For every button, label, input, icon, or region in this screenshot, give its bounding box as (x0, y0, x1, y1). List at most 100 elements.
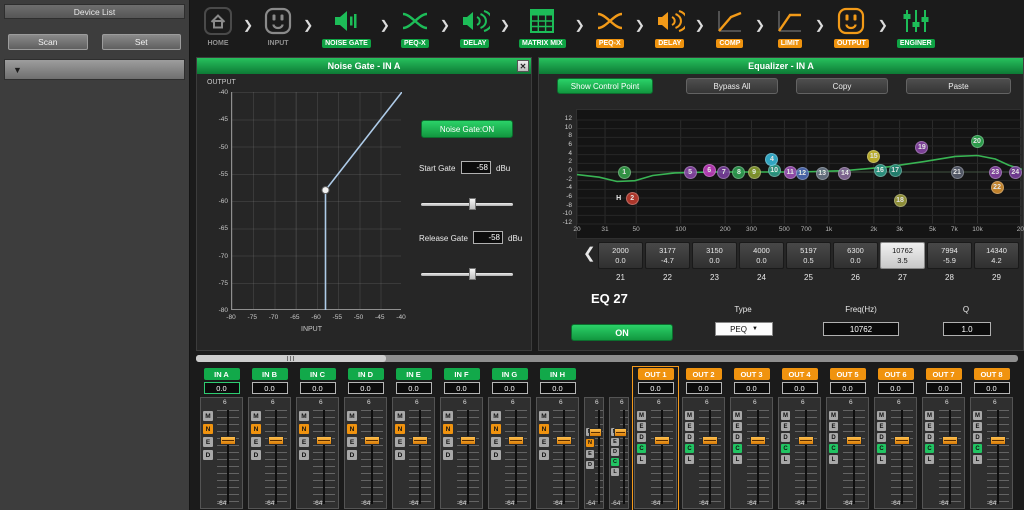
channel-button-e[interactable]: E (637, 422, 646, 431)
channel-button-d[interactable]: D (611, 448, 619, 456)
copy-button[interactable]: Copy (796, 78, 888, 94)
channel-button-m[interactable]: M (539, 411, 549, 421)
channel-button-d[interactable]: D (877, 433, 886, 442)
channel-button-c[interactable]: C (733, 444, 742, 453)
channel-button-l[interactable]: L (925, 455, 934, 464)
fader-handle[interactable] (460, 436, 476, 445)
channel-gain-value[interactable]: 0.0 (926, 382, 962, 394)
channel-button-m[interactable]: M (925, 411, 934, 420)
start-gate-value[interactable]: -58 (461, 161, 491, 174)
eq-control-point-1[interactable]: 1 (618, 166, 631, 179)
fader-handle[interactable] (412, 436, 428, 445)
eq-control-point-18[interactable]: 18 (894, 194, 907, 207)
channel-gain-value[interactable]: 0.0 (734, 382, 770, 394)
fader-handle[interactable] (942, 436, 958, 445)
fader-handle[interactable] (990, 436, 1006, 445)
channel-button-l[interactable]: L (973, 455, 982, 464)
eq-control-point-16[interactable]: 16 (874, 164, 887, 177)
channel-button-d[interactable]: D (733, 433, 742, 442)
channel-button-e[interactable]: E (251, 437, 261, 447)
eq-control-point-23[interactable]: 23 (989, 166, 1002, 179)
channel-button-d[interactable]: D (299, 450, 309, 460)
channel-button-e[interactable]: E (491, 437, 501, 447)
channel-label[interactable]: IN A (204, 368, 240, 380)
channel-button-n[interactable]: N (586, 439, 594, 447)
channel-button-m[interactable]: M (637, 411, 646, 420)
scrollbar-thumb[interactable] (196, 355, 386, 362)
channel-button-m[interactable]: M (733, 411, 742, 420)
bypass-all-button[interactable]: Bypass All (686, 78, 778, 94)
eq-control-point-17[interactable]: 17 (889, 164, 902, 177)
channel-button-d[interactable]: D (781, 433, 790, 442)
channel-gain-value[interactable]: 0.0 (830, 382, 866, 394)
horizontal-scrollbar[interactable] (196, 355, 1018, 362)
start-gate-slider[interactable] (421, 198, 513, 210)
toolbar-item-delay[interactable]: DELAY (654, 5, 686, 48)
channel-button-d[interactable]: D (203, 450, 213, 460)
channel-label[interactable]: OUT 8 (974, 368, 1010, 380)
channel-button-d[interactable]: D (539, 450, 549, 460)
channel-button-e[interactable]: E (395, 437, 405, 447)
channel-button-d[interactable]: D (586, 461, 594, 469)
eq-band-button-24[interactable]: 40000.0 (739, 242, 784, 269)
channel-button-n[interactable]: N (203, 424, 213, 434)
eq-band-button-26[interactable]: 63000.0 (833, 242, 878, 269)
eq-control-point-4[interactable]: 4 (765, 153, 778, 166)
channel-button-m[interactable]: M (395, 411, 405, 421)
channel-button-m[interactable]: M (251, 411, 261, 421)
fader-handle[interactable] (798, 436, 814, 445)
channel-label[interactable]: IN H (540, 368, 576, 380)
channel-button-d[interactable]: D (829, 433, 838, 442)
eq-control-point-21[interactable]: 21 (951, 166, 964, 179)
channel-label[interactable]: OUT 6 (878, 368, 914, 380)
channel-button-d[interactable]: D (491, 450, 501, 460)
start-gate-slider-handle[interactable] (469, 198, 476, 210)
channel-label[interactable]: OUT 2 (686, 368, 722, 380)
toolbar-item-peq-x[interactable]: PEQ-X (399, 5, 431, 48)
channel-button-n[interactable]: N (395, 424, 405, 434)
channel-gain-value[interactable]: 0.0 (396, 382, 432, 394)
eq-control-point-10[interactable]: 10 (768, 164, 781, 177)
toolbar-item-home[interactable]: HOME (202, 5, 234, 48)
eq-control-point-7[interactable]: 7 (717, 166, 730, 179)
band-scroll-left-icon[interactable]: ❮ (583, 244, 596, 262)
noise-gate-on-button[interactable]: Noise Gate:ON (421, 120, 513, 138)
channel-button-m[interactable]: M (685, 411, 694, 420)
channel-button-d[interactable]: D (637, 433, 646, 442)
fader-handle[interactable] (364, 436, 380, 445)
eq-control-point-22[interactable]: 22 (991, 181, 1004, 194)
toolbar-item-input[interactable]: INPUT (262, 5, 294, 48)
channel-label[interactable]: OUT 4 (782, 368, 818, 380)
eq-control-point-2[interactable]: 2 (626, 192, 639, 205)
eq-on-button[interactable]: ON (571, 324, 673, 341)
channel-button-c[interactable]: C (829, 444, 838, 453)
fader-handle[interactable] (268, 436, 284, 445)
channel-label[interactable]: OUT 3 (734, 368, 770, 380)
channel-button-e[interactable]: E (203, 437, 213, 447)
equalizer-graph[interactable]: 2031501002003005007001k2k3k5k7k10k20k 12… (576, 109, 1021, 239)
channel-button-l[interactable]: L (877, 455, 886, 464)
channel-button-m[interactable]: M (491, 411, 501, 421)
channel-button-n[interactable]: N (491, 424, 501, 434)
fader-handle[interactable] (220, 436, 236, 445)
channel-button-c[interactable]: C (925, 444, 934, 453)
eq-band-button-22[interactable]: 3177-4.7 (645, 242, 690, 269)
channel-button-e[interactable]: E (586, 450, 594, 458)
eq-control-point-8[interactable]: 8 (732, 166, 745, 179)
toolbar-item-enginer[interactable]: ENGINER (897, 5, 935, 48)
fader-handle[interactable] (556, 436, 572, 445)
channel-button-m[interactable]: M (299, 411, 309, 421)
channel-label[interactable]: OUT 5 (830, 368, 866, 380)
toolbar-item-output[interactable]: OUTPUT (834, 5, 869, 48)
channel-button-d[interactable]: D (685, 433, 694, 442)
close-icon[interactable]: ✕ (517, 60, 529, 72)
eq-control-point-20[interactable]: 20 (971, 135, 984, 148)
channel-button-c[interactable]: C (685, 444, 694, 453)
channel-button-e[interactable]: E (611, 438, 619, 446)
eq-band-button-23[interactable]: 31500.0 (692, 242, 737, 269)
eq-control-point-5[interactable]: 5 (684, 166, 697, 179)
noise-gate-plot[interactable] (231, 92, 401, 310)
channel-button-c[interactable]: C (611, 458, 619, 466)
channel-button-m[interactable]: M (203, 411, 213, 421)
channel-button-l[interactable]: L (733, 455, 742, 464)
